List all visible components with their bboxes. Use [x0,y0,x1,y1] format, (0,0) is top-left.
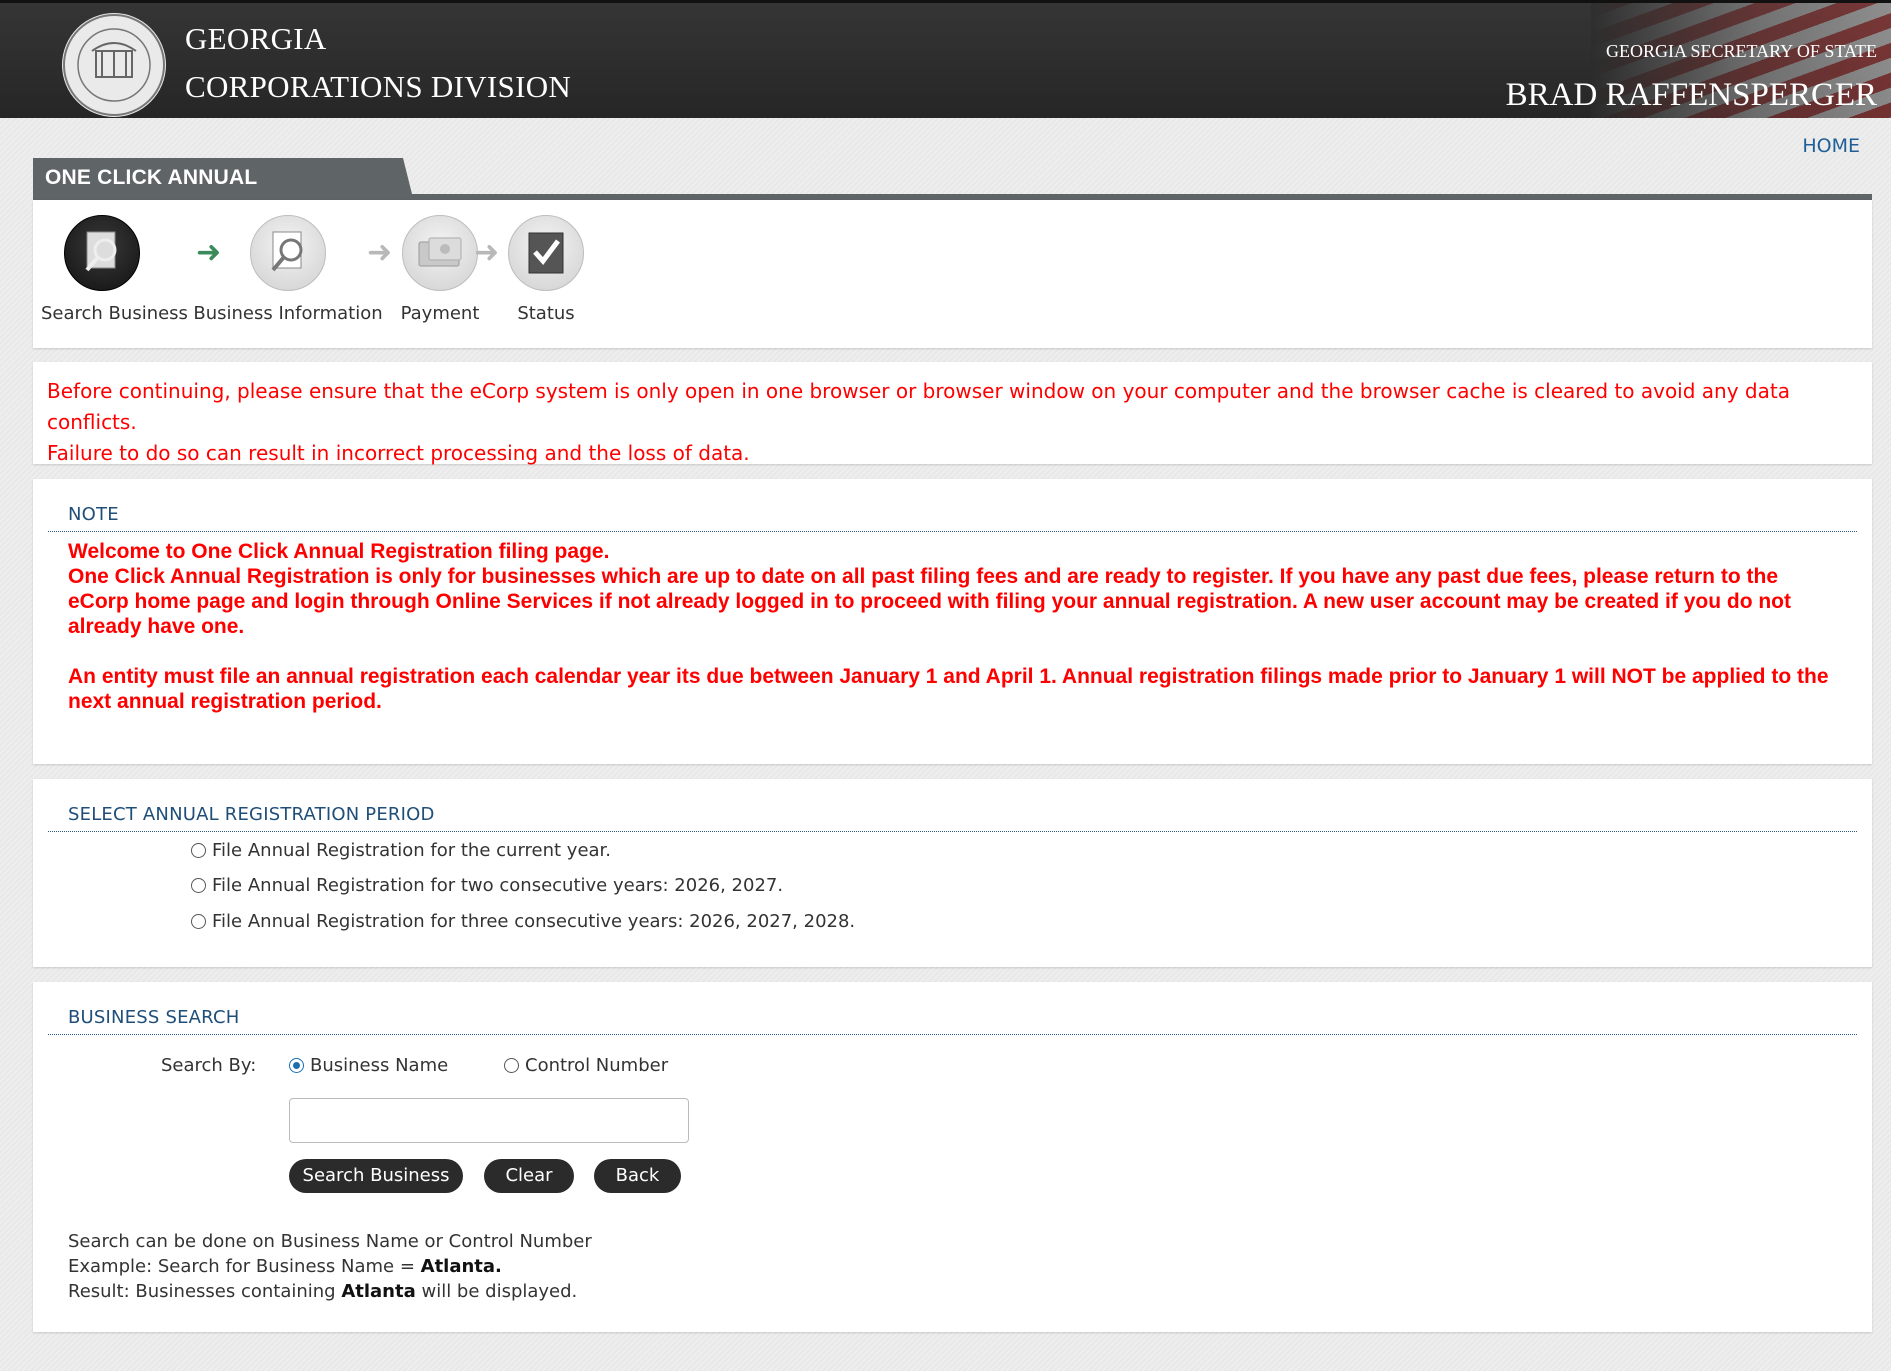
help-bold-text: Atlanta. [420,1256,502,1277]
search-by-control-number[interactable]: Control Number [504,1055,668,1076]
clear-button[interactable]: Clear [484,1159,574,1193]
period-heading: SELECT ANNUAL REGISTRATION PERIOD [48,804,1857,832]
search-option-label: Business Name [310,1055,449,1076]
browser-warning-text: Before continuing, please ensure that th… [47,376,1852,469]
help-text: Example: Search for Business Name = [68,1256,421,1277]
step-label: Business Information [193,303,383,324]
note-paragraph: One Click Annual Registration is only fo… [68,565,1792,638]
payment-icon [402,215,478,291]
org-title-line1: GEORGIA [185,21,327,56]
sos-name: BRAD RAFFENSPERGER [1505,77,1877,113]
step-label: Payment [400,303,480,324]
help-line: Example: Search for Business Name = Atla… [68,1254,592,1279]
help-bold-text: Atlanta [341,1281,416,1302]
back-button[interactable]: Back [594,1159,681,1193]
radio-button[interactable] [191,878,206,893]
note-body: Welcome to One Click Annual Registration… [68,539,1832,714]
arrow-right-icon: ➜ [367,235,393,270]
note-paragraph: An entity must file an annual registrati… [68,665,1829,713]
radio-button[interactable] [191,914,206,929]
radio-button[interactable] [289,1058,304,1073]
note-panel: NOTE Welcome to One Click Annual Registr… [33,479,1872,764]
step-payment: Payment [395,215,485,324]
progress-steps-panel: Search Business ➜ Business Information ➜… [33,200,1872,348]
site-header: GEORGIA CORPORATIONS DIVISION GEORGIA SE… [0,0,1891,118]
radio-button[interactable] [191,843,206,858]
note-paragraph: Welcome to One Click Annual Registration… [68,540,610,563]
search-help-text: Search can be done on Business Name or C… [68,1229,592,1304]
georgia-seal-logo [62,13,166,117]
period-option-current-year[interactable]: File Annual Registration for the current… [191,840,611,861]
search-option-label: Control Number [525,1055,669,1076]
step-business-information: Business Information [188,215,388,324]
search-document-icon [250,215,326,291]
search-business-button[interactable]: Search Business [289,1159,463,1193]
section-heading-text: NOTE [68,504,119,525]
search-document-icon [64,215,140,291]
business-search-panel: BUSINESS SEARCH Search By: Business Name… [33,982,1872,1332]
search-heading: BUSINESS SEARCH [48,1007,1857,1035]
radio-button[interactable] [504,1058,519,1073]
sos-subtitle: GEORGIA SECRETARY OF STATE [1606,41,1877,61]
warning-line: Before continuing, please ensure that th… [47,379,1790,434]
step-search-business: Search Business [41,215,188,324]
period-option-label: File Annual Registration for two consecu… [212,875,784,896]
period-option-label: File Annual Registration for the current… [212,840,612,861]
note-heading: NOTE [48,504,1857,532]
page-title: ONE CLICK ANNUAL REGISTRATION [33,158,413,198]
business-search-input[interactable] [289,1098,689,1143]
warning-line: Failure to do so can result in incorrect… [47,441,750,465]
step-status: Status [501,215,591,324]
help-text: will be displayed. [415,1281,578,1302]
help-text: Result: Businesses containing [68,1281,342,1302]
arrow-right-icon: ➜ [474,235,500,270]
period-option-three-years[interactable]: File Annual Registration for three conse… [191,911,855,932]
help-line: Search can be done on Business Name or C… [68,1231,592,1252]
step-label: Status [517,303,575,324]
period-option-two-years[interactable]: File Annual Registration for two consecu… [191,875,783,896]
org-title-line2: CORPORATIONS DIVISION [185,69,572,104]
period-option-label: File Annual Registration for three conse… [212,911,856,932]
registration-period-panel: SELECT ANNUAL REGISTRATION PERIOD File A… [33,779,1872,967]
checkmark-icon [508,215,584,291]
browser-warning-panel: Before continuing, please ensure that th… [33,362,1872,465]
home-link[interactable]: HOME [1802,135,1860,157]
step-label: Search Business [41,303,188,324]
section-heading-text: BUSINESS SEARCH [68,1007,240,1028]
section-heading-text: SELECT ANNUAL REGISTRATION PERIOD [68,804,435,825]
search-by-label: Search By: [161,1055,257,1076]
search-by-business-name[interactable]: Business Name [289,1055,448,1076]
help-line: Result: Businesses containing Atlanta wi… [68,1279,592,1304]
